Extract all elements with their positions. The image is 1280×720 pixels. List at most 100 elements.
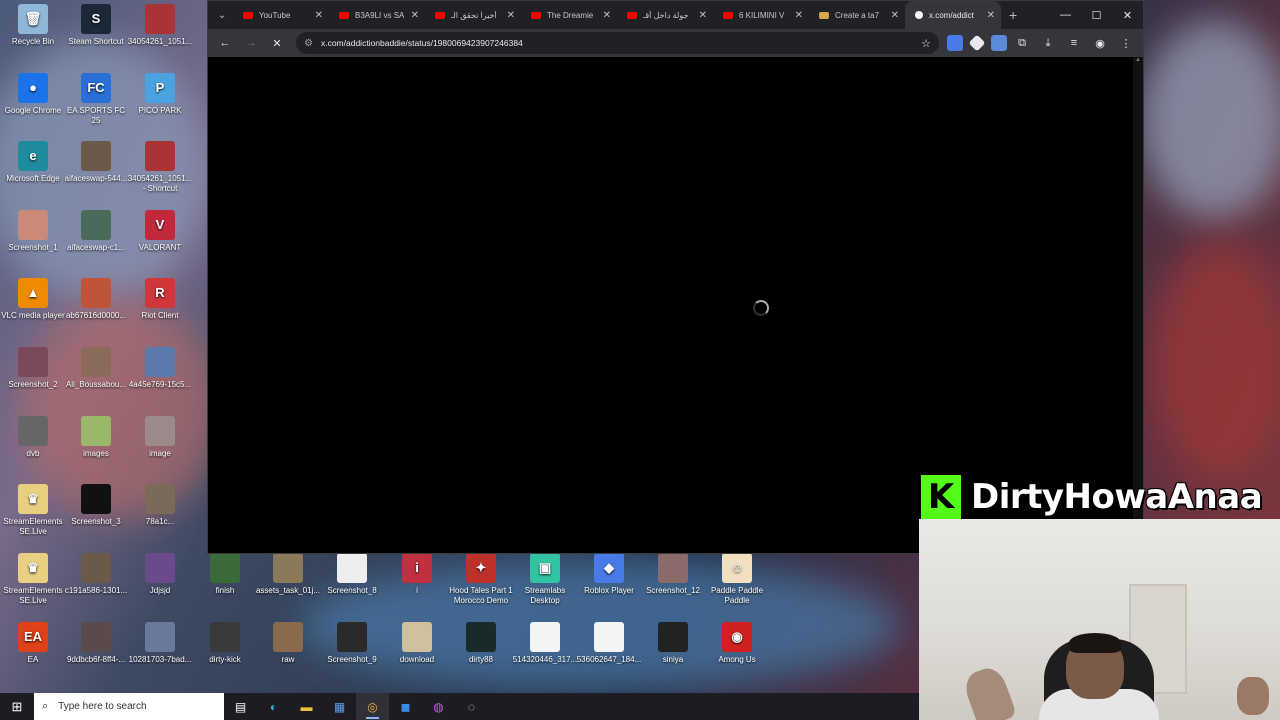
bookmark-star-icon[interactable]: ☆ — [921, 37, 931, 50]
tab-6[interactable]: Create a ta7 ✕ — [809, 1, 905, 29]
desktop-icon[interactable]: ♛ StreamElements SE.Live — [1, 484, 65, 550]
desktop-icon[interactable]: FC EA SPORTS FC 25 — [64, 73, 128, 139]
tab-5[interactable]: 6 KILIMINI V ✕ — [713, 1, 809, 29]
desktop-icon[interactable]: ♛ StreamElements SE.Live — [1, 553, 65, 619]
desktop-icon[interactable]: S Steam Shortcut — [64, 4, 128, 70]
tab-1[interactable]: B3A9LI vs SA ✕ — [329, 1, 425, 29]
desktop-icon[interactable]: dirty88 — [449, 622, 513, 688]
chrome-taskbar-icon[interactable]: ◎ — [356, 693, 389, 720]
desktop-icon[interactable]: images — [64, 416, 128, 482]
tab-close-icon[interactable]: ✕ — [315, 10, 323, 21]
desktop-icon[interactable]: image — [128, 416, 192, 482]
minimize-icon[interactable]: — — [1050, 1, 1081, 29]
obs-icon[interactable]: ◌ — [455, 693, 488, 720]
desktop-icon[interactable]: V VALORANT — [128, 210, 192, 276]
tab-3[interactable]: The Dreamie ✕ — [521, 1, 617, 29]
tab-close-icon[interactable]: ✕ — [699, 10, 707, 21]
desktop-icon[interactable]: 4a45e769-15c5... — [128, 347, 192, 413]
desktop-icon-label: aifaceswap-c1... — [67, 243, 125, 252]
maximize-icon[interactable]: ☐ — [1081, 1, 1112, 29]
edge-taskbar-icon[interactable]: ◐ — [257, 693, 290, 720]
desktop-icon[interactable]: Screenshot_12 — [641, 553, 705, 619]
file-explorer-icon[interactable]: ▬ — [290, 693, 323, 720]
desktop-icon[interactable]: Screenshot_8 — [320, 553, 384, 619]
tab-search-button[interactable]: ⌄ — [211, 4, 233, 26]
desktop-icon[interactable]: P PICO PARK — [128, 73, 192, 139]
download-icon[interactable]: ⤓ — [1037, 32, 1059, 54]
desktop-icon[interactable]: ◆ Roblox Player — [577, 553, 641, 619]
desktop-icon[interactable]: ▲ VLC media player — [1, 278, 65, 344]
desktop-icon-label: dvb — [26, 449, 40, 458]
desktop-icon[interactable]: 10281703-7bad... — [128, 622, 192, 688]
desktop-icon[interactable]: 34054261_1051... - Shortcut — [128, 141, 192, 207]
desktop-icon[interactable]: 514320446_317... — [513, 622, 577, 688]
desktop-icon[interactable]: 78a1c... — [128, 484, 192, 550]
media-controls-icon[interactable]: ≡ — [1063, 32, 1085, 54]
desktop-icon[interactable]: 🗑 Recycle Bin — [1, 4, 65, 70]
address-bar[interactable]: ⚙ x.com/addictionbaddie/status/198006942… — [296, 32, 939, 54]
desktop-icon[interactable]: EA EA — [1, 622, 65, 688]
extension-icon[interactable] — [968, 34, 986, 52]
tab-close-icon[interactable]: ✕ — [795, 10, 803, 21]
tab-2[interactable]: أخيراً تحقق الـ ✕ — [425, 1, 521, 29]
desktop-icon[interactable]: ▣ Streamlabs Desktop — [513, 553, 577, 619]
tab-0[interactable]: YouTube ✕ — [233, 1, 329, 29]
desktop-icon[interactable]: Ali_Boussabou... — [64, 347, 128, 413]
desktop-icon[interactable]: Screenshot_2 — [1, 347, 65, 413]
forward-icon[interactable]: → — [240, 32, 262, 54]
menu-icon[interactable]: ⋮ — [1115, 32, 1137, 54]
close-icon[interactable]: ✕ — [1112, 1, 1143, 29]
url-text[interactable]: x.com/addictionbaddie/status/19800694239… — [321, 38, 921, 48]
desktop-icon[interactable]: ● Google Chrome — [1, 73, 65, 139]
desktop-icon[interactable]: ✦ Hood Tales Part 1 Morocco Demo — [449, 553, 513, 619]
streamlabs-taskbar-icon[interactable]: ◍ — [422, 693, 455, 720]
outlook-icon[interactable]: ◼ — [389, 693, 422, 720]
tab-7[interactable]: x.com/addict ✕ — [905, 1, 1001, 29]
new-tab-button[interactable]: + — [1009, 7, 1017, 23]
tab-close-icon[interactable]: ✕ — [603, 10, 611, 21]
extension-icon[interactable] — [991, 35, 1007, 51]
desktop-icon[interactable]: aifaceswap-c1... — [64, 210, 128, 276]
site-info-icon[interactable]: ⚙ — [304, 38, 313, 49]
youtube-icon — [243, 11, 253, 19]
tab-close-icon[interactable]: ✕ — [891, 10, 899, 21]
desktop-icon[interactable]: R Riot Client — [128, 278, 192, 344]
profile-icon[interactable]: ◉ — [1089, 32, 1111, 54]
tab-4[interactable]: جولة داخل أقـ ✕ — [617, 1, 713, 29]
taskbar-search[interactable]: ⌕ Type here to search — [34, 693, 224, 720]
desktop-icon[interactable]: aifaceswap-544... — [64, 141, 128, 207]
desktop-icon[interactable]: assets_task_01j... — [256, 553, 320, 619]
desktop-icon-label: 34054261_1051... - Shortcut — [127, 174, 193, 193]
desktop-icon[interactable]: finish — [193, 553, 257, 619]
desktop-icon[interactable]: ab67616d0000... — [64, 278, 128, 344]
task-view-icon[interactable]: ▤ — [224, 693, 257, 720]
desktop-icon-image: ● — [18, 73, 48, 103]
desktop-icon[interactable]: Screenshot_1 — [1, 210, 65, 276]
desktop-icon[interactable]: download — [385, 622, 449, 688]
desktop-icon[interactable]: dvb — [1, 416, 65, 482]
desktop-icon[interactable]: ◉ Among Us — [705, 622, 769, 688]
desktop-icon[interactable]: 34054261_1051... — [128, 4, 192, 70]
scroll-up-icon[interactable]: ▲ — [1133, 57, 1143, 63]
back-icon[interactable]: ← — [214, 32, 236, 54]
windows-start-icon[interactable]: ⊞ — [0, 693, 34, 720]
tab-close-icon[interactable]: ✕ — [507, 10, 515, 21]
desktop-icon[interactable]: dirty-kick — [193, 622, 257, 688]
store-icon[interactable]: ▦ — [323, 693, 356, 720]
desktop-icon[interactable]: Screenshot_9 — [320, 622, 384, 688]
desktop-icon[interactable]: Screenshot_3 — [64, 484, 128, 550]
desktop-icon[interactable]: 536062647_184... — [577, 622, 641, 688]
translate-extension-icon[interactable] — [947, 35, 963, 51]
desktop-icon[interactable]: siniya — [641, 622, 705, 688]
desktop-icon[interactable]: e Microsoft Edge — [1, 141, 65, 207]
tab-close-icon[interactable]: ✕ — [987, 10, 995, 21]
desktop-icon[interactable]: ii — [385, 553, 449, 619]
desktop-icon[interactable]: ☺ Paddle Paddle Paddle — [705, 553, 769, 619]
desktop-icon[interactable]: 9ddbcb6f-8ff4-... — [64, 622, 128, 688]
tab-close-icon[interactable]: ✕ — [411, 10, 419, 21]
desktop-icon[interactable]: raw — [256, 622, 320, 688]
extensions-puzzle-icon[interactable]: ⧉ — [1011, 32, 1033, 54]
desktop-icon[interactable]: c191a586-1301... — [64, 553, 128, 619]
desktop-icon[interactable]: Jdjsjd — [128, 553, 192, 619]
stop-loading-icon[interactable]: ✕ — [266, 32, 288, 54]
